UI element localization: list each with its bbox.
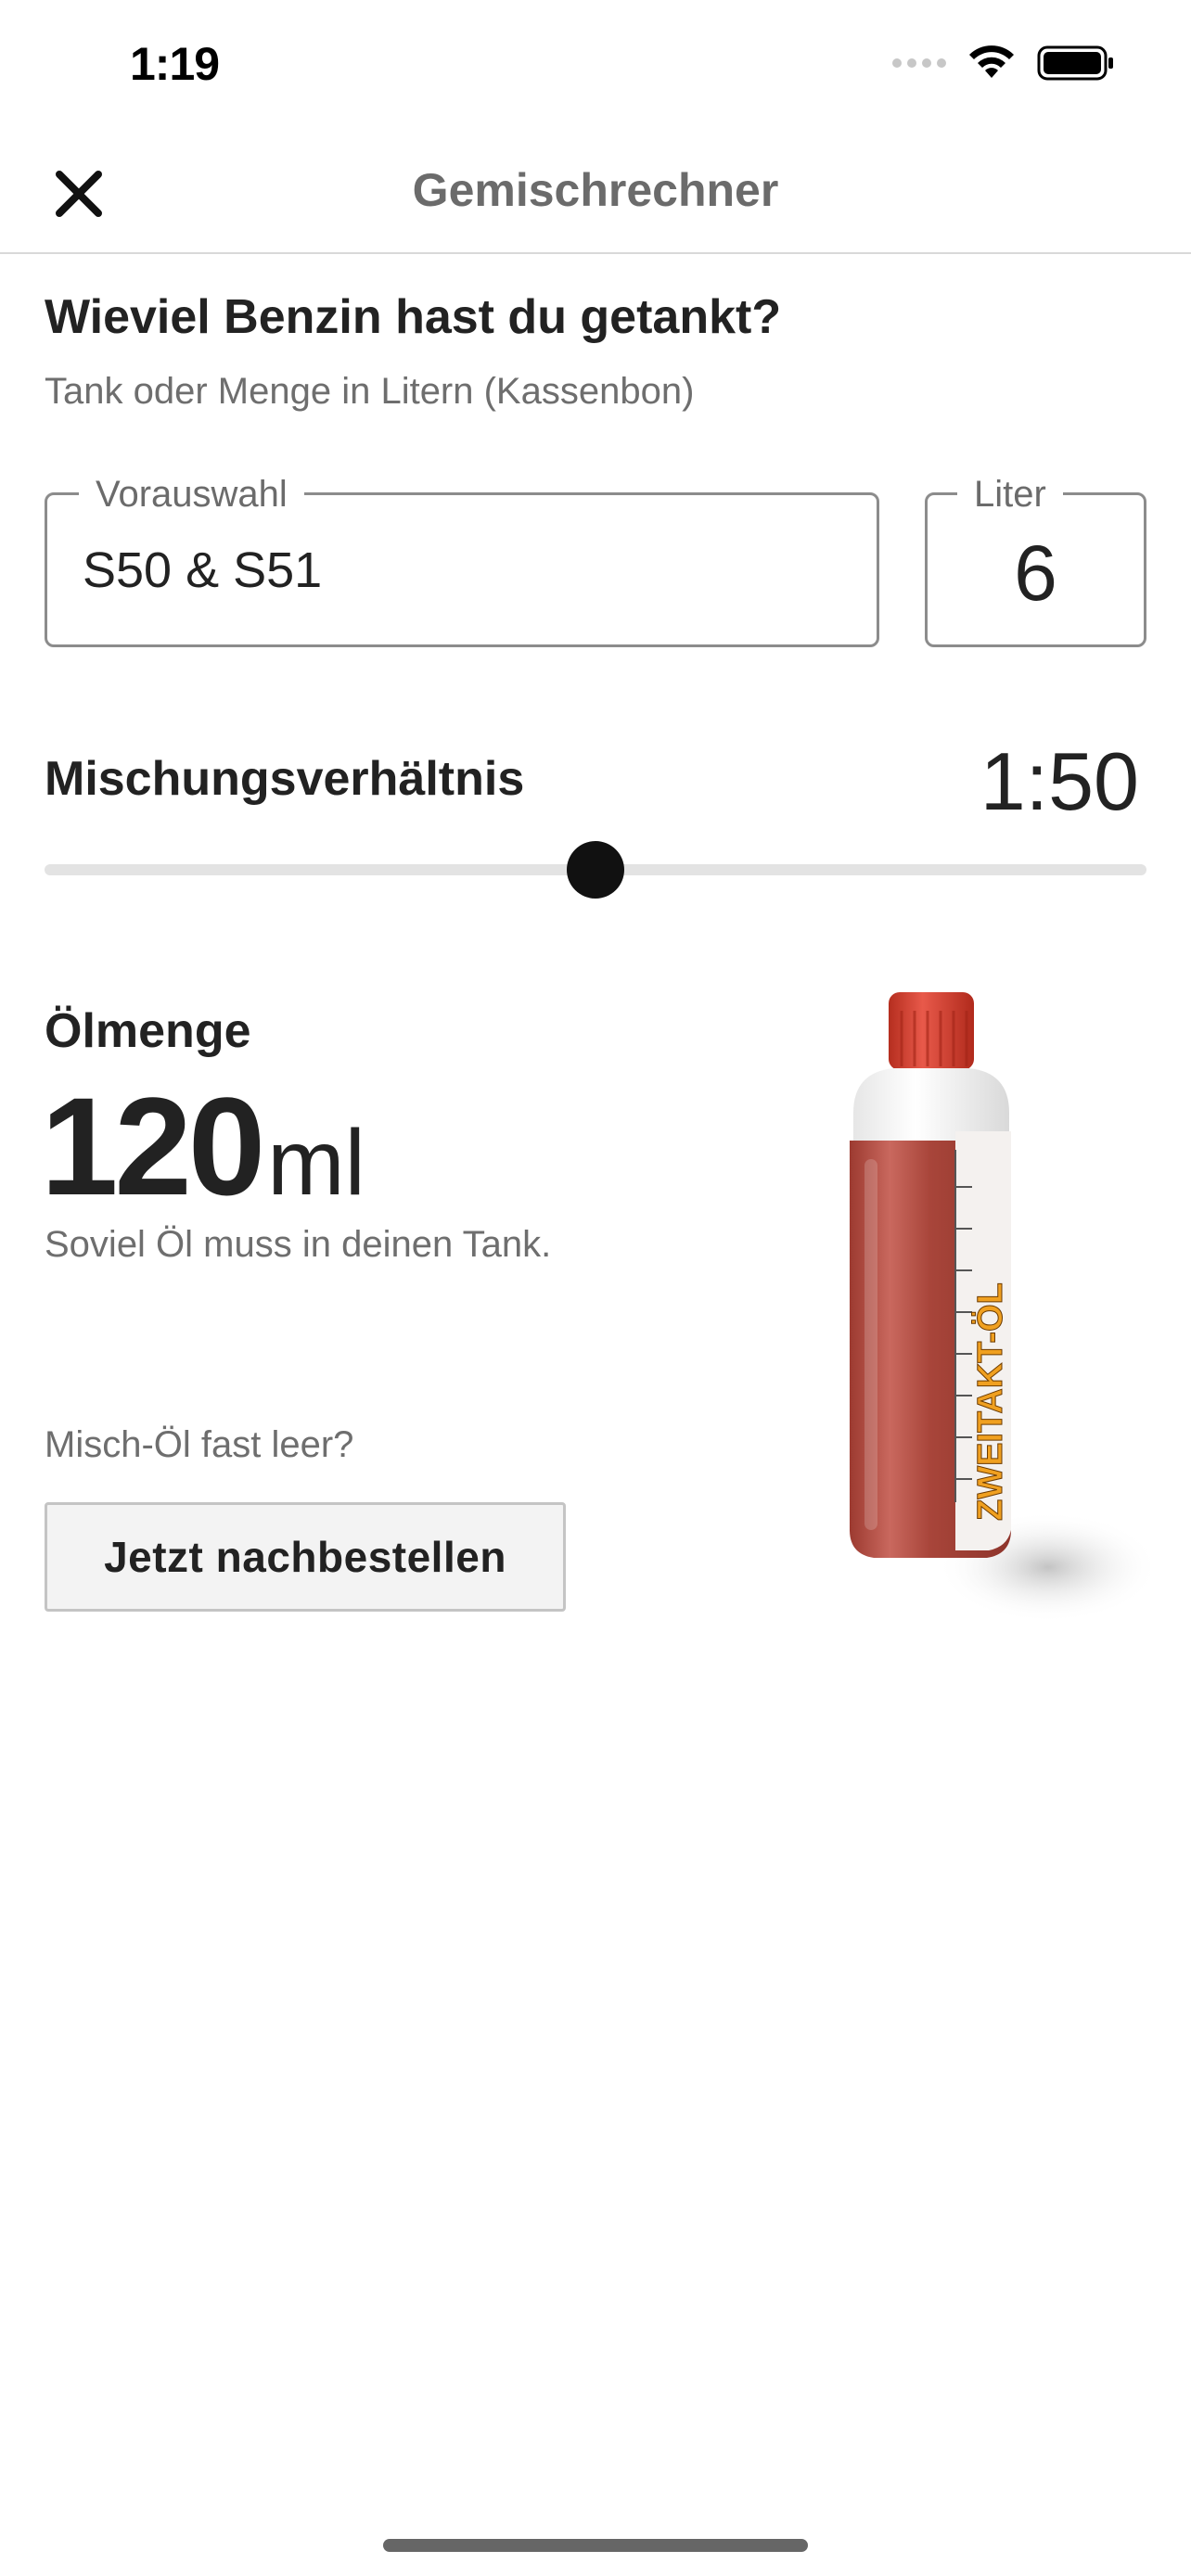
status-bar: 1:19 [0,0,1191,139]
oil-description: Soviel Öl muss in deinen Tank. [45,1224,552,1265]
signal-icon [892,58,946,68]
oil-bottle-image: ZWEITAKT-ÖL [850,992,1150,1623]
ratio-value: 1:50 [980,735,1139,827]
liter-value: 6 [1014,529,1057,617]
status-icons [892,45,1115,82]
nav-bar: Gemischrechner [0,139,1191,254]
status-time: 1:19 [130,38,220,90]
question-subtitle: Tank oder Menge in Litern (Kassenbon) [45,371,695,412]
bottle-label-text: ZWEITAKT-ÖL [970,1282,1010,1521]
battery-icon [1037,45,1113,81]
oil-amount-number: 120 [41,1068,265,1224]
page-title: Gemischrechner [412,164,779,216]
reorder-button[interactable]: Jetzt nachbestellen [45,1502,566,1612]
oil-amount: 120ml [41,1066,365,1227]
preset-select[interactable]: Vorauswahl S50 & S51 [45,471,879,647]
liter-input[interactable]: Liter 6 [925,471,1146,647]
ratio-label: Mischungsverhältnis [45,752,525,806]
reorder-hint: Misch-Öl fast leer? [45,1424,354,1465]
home-indicator [383,2539,808,2552]
liter-label: Liter [957,471,1063,517]
ratio-slider-thumb[interactable] [567,841,624,899]
preset-value: S50 & S51 [83,542,323,598]
oil-amount-unit: ml [267,1111,365,1215]
oil-label: Ölmenge [45,1004,251,1058]
wifi-icon [969,45,1014,78]
question-title: Wieviel Benzin hast du getankt? [45,290,782,344]
preset-label: Vorauswahl [79,471,304,517]
